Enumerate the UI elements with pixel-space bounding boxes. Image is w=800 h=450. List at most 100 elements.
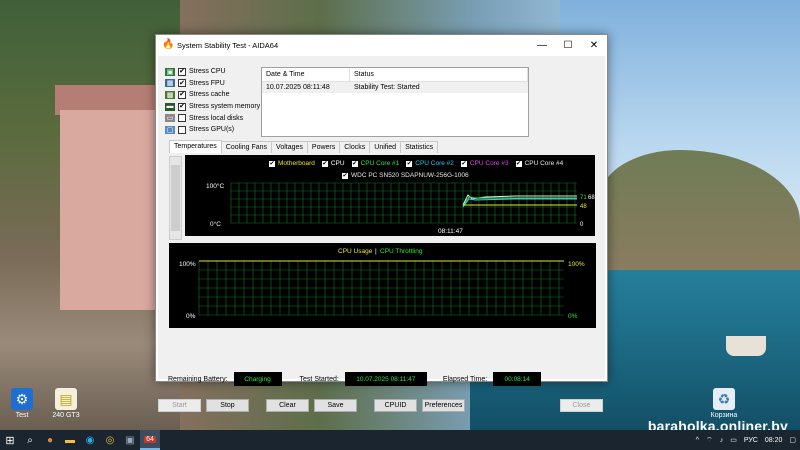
y-max-label: 100°C: [206, 182, 224, 190]
close-button[interactable]: Close: [560, 399, 603, 412]
cpuid-button[interactable]: CPUID: [374, 399, 417, 412]
aida64-taskbar-button[interactable]: 64: [140, 430, 160, 450]
status-row: Remaining Battery: Charging Test Started…: [168, 372, 542, 386]
temp-series-core2: [462, 198, 577, 208]
legend-cpu-usage: CPU Usage: [338, 248, 373, 255]
desktop-icon-file[interactable]: ▤ 240 GT3: [46, 388, 86, 419]
maximize-button[interactable]: ☐: [555, 35, 581, 55]
left-bottom-label: 0%: [186, 313, 196, 320]
tab-unified[interactable]: Unified: [369, 141, 402, 153]
stress-cache-label: Stress cache: [189, 91, 230, 99]
window-client: ▣ ✔ Stress CPU ▦ ✔ Stress FPU ▩ ✔ Stress…: [158, 56, 605, 412]
stress-fpu-label: Stress FPU: [189, 79, 225, 87]
stress-disks-checkbox[interactable]: [178, 114, 186, 123]
value-label-b: 68: [588, 195, 595, 201]
aida64-icon: 64: [144, 435, 156, 443]
edge-icon[interactable]: ◉: [80, 430, 100, 450]
temperature-chart-panel: ✔ Motherboard ✔ CPU ✔ CPU Core #1 ✔ CPU …: [185, 155, 595, 236]
log-header-status[interactable]: Status: [350, 68, 528, 81]
search-icon[interactable]: ⌕: [20, 430, 40, 450]
log-header-datetime[interactable]: Date & Time: [262, 68, 350, 81]
legend-cpu-throttling: CPU Throttling: [380, 248, 423, 255]
time-label: 08:11:47: [438, 228, 463, 235]
right-bottom-label: 0%: [568, 313, 578, 320]
system-tray: ^ ⌔ ♪ ▭ РУС 08:20 ▢: [689, 430, 796, 450]
save-button[interactable]: Save: [314, 399, 357, 412]
value-label-c: 48: [580, 204, 587, 210]
start-menu-icon[interactable]: ⊞: [0, 430, 20, 450]
stability-test-window: 🔥 System Stability Test - AIDA64 — ☐ ✕ ▣…: [155, 34, 608, 412]
volume-icon[interactable]: ♪: [720, 437, 724, 444]
disk-icon: ▭: [165, 114, 175, 123]
minimize-button[interactable]: —: [529, 35, 555, 55]
log-header: Date & Time Status: [262, 68, 528, 82]
clock[interactable]: 08:20: [765, 437, 783, 444]
file-icon: ▤: [55, 388, 77, 410]
stress-cache-option[interactable]: ▩ ✔ Stress cache: [165, 89, 260, 101]
notification-icon[interactable]: ▢: [789, 436, 796, 444]
elapsed-time-label: Elapsed Time:: [442, 375, 488, 383]
preferences-button[interactable]: Preferences: [422, 399, 465, 412]
tab-cooling-fans[interactable]: Cooling Fans: [220, 141, 273, 153]
stress-memory-checkbox[interactable]: ✔: [178, 102, 186, 111]
y-min-label: 0°C: [210, 220, 221, 228]
fpu-icon: ▦: [165, 79, 175, 88]
flame-icon: 🔥: [162, 39, 175, 50]
network-icon[interactable]: ⌔: [706, 436, 713, 445]
stress-cache-checkbox[interactable]: ✔: [178, 90, 186, 99]
start-button[interactable]: Start: [158, 399, 201, 412]
tab-powers[interactable]: Powers: [306, 141, 341, 153]
stress-cpu-checkbox[interactable]: ✔: [178, 67, 186, 76]
battery-icon[interactable]: ▭: [730, 436, 737, 444]
stress-fpu-option[interactable]: ▦ ✔ Stress FPU: [165, 78, 260, 90]
test-started-value: 10.07.2025 08:11:47: [344, 372, 427, 386]
stress-cpu-label: Stress CPU: [189, 68, 226, 76]
title-bar[interactable]: 🔥 System Stability Test - AIDA64 — ☐ ✕: [156, 35, 607, 55]
tab-voltages[interactable]: Voltages: [271, 141, 308, 153]
elapsed-time-value: 00:08:14: [493, 372, 542, 386]
log-row[interactable]: 10.07.2025 08:11:48 Stability Test: Star…: [262, 82, 528, 93]
log-cell-datetime: 10.07.2025 08:11:48: [266, 84, 330, 91]
task-view-icon[interactable]: ●: [40, 430, 60, 450]
stress-gpu-label: Stress GPU(s): [189, 126, 235, 134]
left-top-label: 100%: [179, 261, 196, 268]
chrome-icon[interactable]: ◎: [100, 430, 120, 450]
temperature-scrollbar-thumb[interactable]: [171, 165, 180, 231]
close-window-button[interactable]: ✕: [581, 35, 607, 55]
test-started-label: Test Started:: [299, 375, 339, 383]
cpu-usage-grid: [198, 260, 564, 316]
desktop-icon-label: 240 GT3: [52, 412, 80, 419]
gear-icon: ⚙: [11, 388, 33, 410]
tab-temperatures[interactable]: Temperatures: [169, 140, 222, 153]
temperature-grid: [230, 182, 577, 224]
stress-disks-option[interactable]: ▭ Stress local disks: [165, 112, 260, 124]
value-label-a: 71: [580, 195, 587, 201]
cpu-usage-chart-panel: CPU Usage | CPU Throttling 100% 0% 100% …: [169, 243, 596, 328]
tab-statistics[interactable]: Statistics: [400, 141, 439, 153]
stop-button[interactable]: Stop: [206, 399, 249, 412]
battery-label: Remaining Battery:: [168, 375, 228, 383]
right-top-label: 100%: [568, 261, 585, 268]
cpu-icon: ▣: [165, 67, 175, 76]
chevron-up-icon[interactable]: ^: [696, 437, 699, 444]
stress-fpu-checkbox[interactable]: ✔: [178, 79, 186, 88]
desktop-icon-test[interactable]: ⚙ Test: [2, 388, 42, 419]
language-indicator[interactable]: РУС: [744, 437, 758, 444]
store-icon[interactable]: ▣: [120, 430, 140, 450]
taskbar: ⊞ ⌕ ● ▬ ◉ ◎ ▣ 64 ^ ⌔ ♪ ▭ РУС 08:20 ▢: [0, 430, 800, 450]
temperature-scrollbar[interactable]: [169, 156, 182, 240]
file-explorer-icon[interactable]: ▬: [60, 430, 80, 450]
clear-button[interactable]: Clear: [266, 399, 309, 412]
desktop-icon-recycle-bin[interactable]: ♻ Корзина: [704, 388, 744, 419]
stress-options: ▣ ✔ Stress CPU ▦ ✔ Stress FPU ▩ ✔ Stress…: [165, 66, 260, 136]
stress-memory-option[interactable]: ▬ ✔ Stress system memory: [165, 101, 260, 113]
event-log[interactable]: Date & Time Status 10.07.2025 08:11:48 S…: [261, 67, 529, 137]
value-label-d: 0: [580, 222, 584, 228]
stress-cpu-option[interactable]: ▣ ✔ Stress CPU: [165, 66, 260, 78]
tab-clocks[interactable]: Clocks: [339, 141, 371, 153]
stress-gpu-option[interactable]: ▢ Stress GPU(s): [165, 124, 260, 136]
recycle-bin-icon: ♻: [713, 388, 735, 410]
window-title: System Stability Test - AIDA64: [177, 40, 279, 50]
house-facade: [60, 110, 155, 310]
stress-gpu-checkbox[interactable]: [178, 125, 186, 134]
